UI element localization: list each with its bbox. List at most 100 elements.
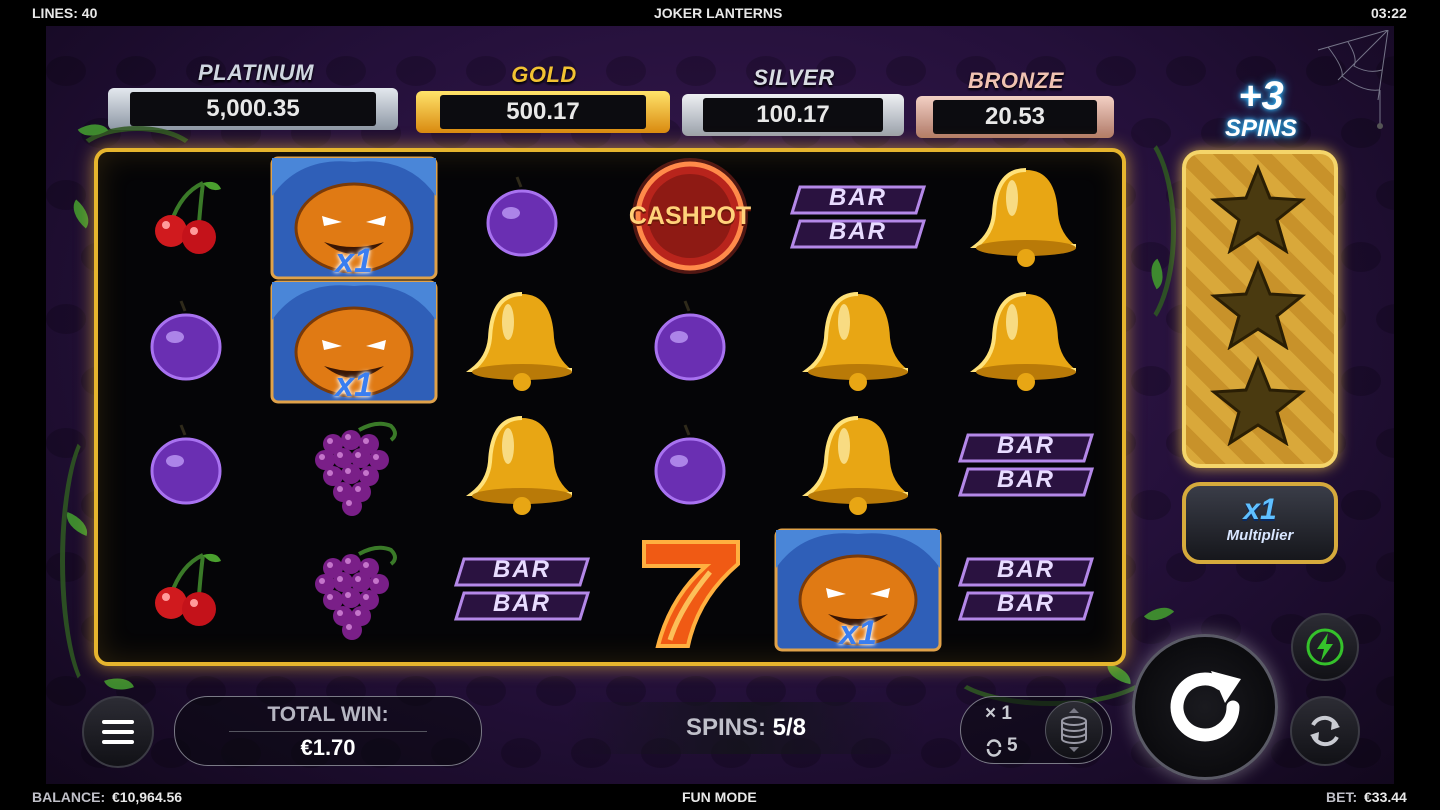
bar-text: BAR [997, 556, 1055, 583]
background-pumpkin [1341, 490, 1381, 520]
background-pumpkin [46, 56, 86, 86]
star-slot-icon [1210, 356, 1306, 446]
plum-symbol [102, 280, 270, 404]
bar-text: BAR [997, 590, 1055, 617]
balance-label: BALANCE: [32, 789, 106, 805]
autoplay-button[interactable] [1290, 696, 1360, 766]
background-pumpkin [1376, 676, 1394, 706]
bonus-spins-label: SPINS [1224, 115, 1298, 142]
lightning-icon [1306, 628, 1344, 666]
bar-text: BAR [829, 218, 887, 245]
background-pumpkin [1376, 552, 1394, 582]
bet-multiplier: × 1 [985, 703, 1012, 724]
grapes-symbol [270, 404, 438, 528]
joker-multiplier-text: x1 [839, 614, 877, 652]
background-pumpkin [1341, 366, 1381, 396]
bell-symbol [774, 404, 942, 528]
cashpot-symbol: CASHPOT [606, 156, 774, 280]
bonus-spins-title: +3 SPINS [1211, 76, 1311, 142]
spins-value: 5/8 [772, 714, 807, 741]
star-slot-icon [1210, 164, 1306, 254]
jackpot-value: 5,000.35 [130, 92, 376, 126]
bar-symbol: BAR BAR [774, 156, 942, 280]
divider [229, 731, 427, 732]
bar-symbol: BAR BAR [942, 528, 1110, 652]
spin-arrow-icon [1170, 671, 1241, 742]
joker-multiplier-text: x1 [335, 242, 373, 280]
jackpot-label: GOLD [511, 62, 577, 87]
game-stage: PLATINUM 5,000.35 GOLD 500.17 SILVER 100… [46, 26, 1394, 784]
jackpot-frame: 5,000.35 [108, 88, 398, 130]
cherry-symbol [102, 156, 270, 280]
background-pumpkin [1166, 56, 1206, 86]
background-pumpkin [466, 676, 506, 706]
game-title: JOKER LANTERNS [654, 5, 783, 21]
bell-symbol [438, 404, 606, 528]
turbo-button[interactable] [1291, 613, 1359, 681]
bell-symbol [942, 156, 1110, 280]
plum-symbol [102, 404, 270, 528]
bell-symbol [942, 280, 1110, 404]
bonus-plus: +3 [1238, 74, 1284, 118]
background-pumpkin [1131, 366, 1171, 396]
background-pumpkin [1376, 428, 1394, 458]
spins-label: SPINS: [685, 714, 766, 741]
refresh-icon [1310, 715, 1340, 747]
multiplier-value: x1 [1243, 493, 1277, 526]
bell-symbol [438, 280, 606, 404]
reel-grid: x1 x1 BAR BAR CASHPOT BAR BAR x1 BAR BAR BAR BAR [94, 148, 1126, 666]
joker-symbol: x1 [774, 528, 942, 652]
background-pumpkin [1341, 242, 1381, 272]
total-win-value: €1.70 [300, 735, 356, 760]
total-win-panel: TOTAL WIN: €1.70 [174, 696, 482, 766]
bell-symbol [774, 280, 942, 404]
background-pumpkin [1376, 180, 1394, 210]
background-pumpkin [921, 738, 961, 768]
jackpot-frame: 20.53 [916, 96, 1114, 138]
total-win-label: TOTAL WIN: [267, 703, 389, 726]
bar-text: BAR [829, 184, 887, 211]
clock: 03:22 [1371, 5, 1407, 21]
balance-value: €10,964.56 [112, 789, 183, 805]
jackpot-value: 100.17 [703, 98, 883, 132]
jackpot-label: SILVER [753, 65, 835, 90]
cherry-symbol [102, 528, 270, 652]
jackpot-value: 500.17 [440, 95, 646, 129]
star-slot-icon [1210, 260, 1306, 350]
cobweb-icon [1317, 30, 1389, 129]
cashpot-text: CASHPOT [628, 202, 752, 230]
background-pumpkin [396, 56, 436, 86]
bet-stack-button[interactable] [1045, 701, 1103, 759]
bar-text: BAR [997, 466, 1055, 493]
background-pumpkin [501, 738, 541, 768]
plum-symbol [606, 404, 774, 528]
jackpot-frame: 100.17 [682, 94, 904, 136]
seven-symbol [606, 528, 774, 652]
joker-symbol: x1 [270, 156, 438, 280]
bet-settings-panel[interactable]: × 1 5 [960, 696, 1112, 764]
multiplier-indicator: x1 Multiplier [1182, 482, 1338, 564]
bar-text: BAR [493, 556, 551, 583]
background-pumpkin [1376, 304, 1394, 334]
autospin-small-icon [986, 739, 1002, 757]
autospin-count: 5 [1007, 735, 1018, 756]
bar-text: BAR [493, 590, 551, 617]
background-pumpkin [46, 304, 86, 334]
joker-symbol: x1 [270, 280, 438, 404]
joker-multiplier-text: x1 [335, 366, 373, 404]
background-pumpkin [116, 56, 156, 86]
spins-counter: SPINS: 5/8 [566, 702, 926, 754]
bonus-star-panel [1182, 150, 1338, 468]
bottom-status-bar: BALANCE: €10,964.56 FUN MODE BET: €33.44 [0, 784, 1440, 810]
jackpot-value: 20.53 [933, 100, 1097, 134]
menu-button[interactable] [82, 696, 154, 768]
background-pumpkin [1131, 490, 1171, 520]
spin-button[interactable] [1132, 634, 1278, 780]
hamburger-icon [102, 720, 134, 744]
bet-value: €33.44 [1364, 789, 1407, 805]
jackpot-label: PLATINUM [197, 60, 315, 85]
bar-symbol: BAR BAR [942, 404, 1110, 528]
plum-symbol [606, 280, 774, 404]
lines-count: LINES: 40 [32, 5, 98, 21]
top-status-bar: LINES: 40 JOKER LANTERNS 03:22 [0, 0, 1440, 26]
